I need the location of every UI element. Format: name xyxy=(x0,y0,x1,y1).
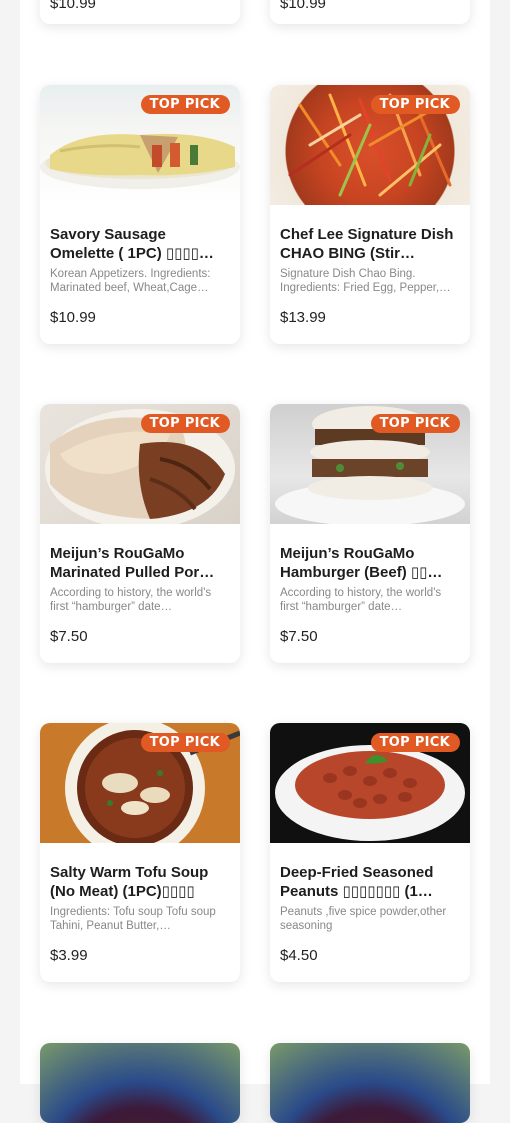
item-description: Ingredients: Tofu soup Tofu soup Tahini,… xyxy=(50,906,216,932)
item-price: $7.50 xyxy=(280,628,318,645)
top-pick-badge: TOP PICK xyxy=(140,414,230,433)
item-price: $10.99 xyxy=(50,309,96,326)
item-price: $3.99 xyxy=(50,947,88,964)
top-pick-badge: TOP PICK xyxy=(370,95,460,114)
menu-item-card[interactable]: $10.99 xyxy=(40,0,240,24)
menu-grid: $10.99 $10.99 TOP PICK Savory Sausage Om… xyxy=(20,0,490,1123)
item-price: $13.99 xyxy=(280,309,326,326)
item-price: $10.99 xyxy=(50,0,96,12)
menu-item-card[interactable]: TOP PICK Savory Sausage Omelette ( 1PC) … xyxy=(40,85,240,344)
item-price: $7.50 xyxy=(50,628,88,645)
item-title: Chef Lee Signature Dish CHAO BING (Stir… xyxy=(280,226,454,262)
item-price: $4.50 xyxy=(280,947,318,964)
item-image-partial xyxy=(40,1043,240,1123)
item-image-omelette: TOP PICK xyxy=(40,85,240,205)
menu-item-card[interactable]: TOP PICK Chef Lee Signature Dish CHAO BI… xyxy=(270,85,470,344)
item-image-rougamo-pork: TOP PICK xyxy=(40,404,240,524)
top-pick-badge: TOP PICK xyxy=(370,733,460,752)
top-pick-badge: TOP PICK xyxy=(140,733,230,752)
item-title: Deep-Fried Seasoned Peanuts ▯▯▯▯▯▯▯ (1… xyxy=(280,864,434,900)
item-image-tofu-soup: TOP PICK xyxy=(40,723,240,843)
top-pick-badge: TOP PICK xyxy=(370,414,460,433)
item-image-peanuts: TOP PICK xyxy=(270,723,470,843)
item-title: Savory Sausage Omelette ( 1PC) ▯▯▯▯… xyxy=(50,226,214,262)
item-description: Korean Appetizers. Ingredients: Marinate… xyxy=(50,268,211,294)
menu-item-card[interactable]: TOP PICK Meijun’s RouGaMo Marinated Pull… xyxy=(40,404,240,663)
item-description: Signature Dish Chao Bing. Ingredients: F… xyxy=(280,268,451,294)
item-description: According to history, the world's first … xyxy=(50,587,212,613)
item-title: Meijun’s RouGaMo Hamburger (Beef) ▯▯… xyxy=(280,545,443,581)
menu-item-card[interactable] xyxy=(270,1043,470,1123)
item-price: $10.99 xyxy=(280,0,326,12)
menu-item-card[interactable]: $10.99 xyxy=(270,0,470,24)
item-image-rougamo-beef: TOP PICK xyxy=(270,404,470,524)
top-pick-badge: TOP PICK xyxy=(140,95,230,114)
item-description: Peanuts ,five spice powder,other seasoni… xyxy=(280,906,447,932)
item-description: According to history, the world's first … xyxy=(280,587,442,613)
item-image-partial xyxy=(270,1043,470,1123)
menu-item-card[interactable]: TOP PICK Salty Warm Tofu Soup (No Meat) … xyxy=(40,723,240,982)
item-title: Meijun’s RouGaMo Marinated Pulled Por… xyxy=(50,545,215,581)
menu-item-card[interactable]: TOP PICK Deep-Fried Seasoned Peanuts ▯▯▯… xyxy=(270,723,470,982)
item-image-chao-bing: TOP PICK xyxy=(270,85,470,205)
item-title: Salty Warm Tofu Soup (No Meat) (1PC)▯▯▯▯ xyxy=(50,864,209,900)
menu-item-card[interactable] xyxy=(40,1043,240,1123)
menu-item-card[interactable]: TOP PICK Meijun’s RouGaMo Hamburger (Bee… xyxy=(270,404,470,663)
